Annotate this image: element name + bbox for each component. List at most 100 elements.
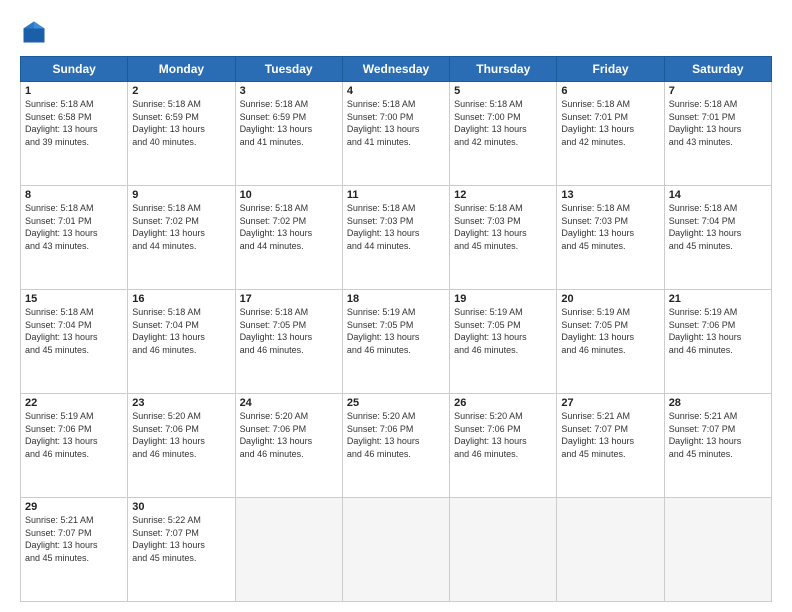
day-info: Sunrise: 5:18 AM Sunset: 7:02 PM Dayligh… [132, 202, 230, 252]
day-number: 17 [240, 293, 338, 305]
day-cell: 9Sunrise: 5:18 AM Sunset: 7:02 PM Daylig… [128, 186, 235, 290]
day-cell: 20Sunrise: 5:19 AM Sunset: 7:05 PM Dayli… [557, 290, 664, 394]
day-info: Sunrise: 5:20 AM Sunset: 7:06 PM Dayligh… [454, 410, 552, 460]
weekday-saturday: Saturday [664, 57, 771, 82]
weekday-monday: Monday [128, 57, 235, 82]
day-cell [664, 498, 771, 602]
day-number: 30 [132, 501, 230, 513]
day-info: Sunrise: 5:18 AM Sunset: 6:59 PM Dayligh… [132, 98, 230, 148]
day-number: 15 [25, 293, 123, 305]
day-cell: 28Sunrise: 5:21 AM Sunset: 7:07 PM Dayli… [664, 394, 771, 498]
day-cell: 10Sunrise: 5:18 AM Sunset: 7:02 PM Dayli… [235, 186, 342, 290]
day-info: Sunrise: 5:18 AM Sunset: 7:04 PM Dayligh… [25, 306, 123, 356]
day-cell: 7Sunrise: 5:18 AM Sunset: 7:01 PM Daylig… [664, 82, 771, 186]
day-cell: 21Sunrise: 5:19 AM Sunset: 7:06 PM Dayli… [664, 290, 771, 394]
day-cell: 14Sunrise: 5:18 AM Sunset: 7:04 PM Dayli… [664, 186, 771, 290]
day-cell: 1Sunrise: 5:18 AM Sunset: 6:58 PM Daylig… [21, 82, 128, 186]
weekday-wednesday: Wednesday [342, 57, 449, 82]
day-number: 18 [347, 293, 445, 305]
day-number: 27 [561, 397, 659, 409]
day-number: 5 [454, 85, 552, 97]
page: SundayMondayTuesdayWednesdayThursdayFrid… [0, 0, 792, 612]
day-number: 23 [132, 397, 230, 409]
day-info: Sunrise: 5:22 AM Sunset: 7:07 PM Dayligh… [132, 514, 230, 564]
day-info: Sunrise: 5:19 AM Sunset: 7:05 PM Dayligh… [561, 306, 659, 356]
day-info: Sunrise: 5:18 AM Sunset: 7:05 PM Dayligh… [240, 306, 338, 356]
day-info: Sunrise: 5:18 AM Sunset: 7:01 PM Dayligh… [669, 98, 767, 148]
day-info: Sunrise: 5:21 AM Sunset: 7:07 PM Dayligh… [25, 514, 123, 564]
day-number: 4 [347, 85, 445, 97]
day-cell: 12Sunrise: 5:18 AM Sunset: 7:03 PM Dayli… [450, 186, 557, 290]
logo-icon [20, 18, 48, 46]
day-number: 29 [25, 501, 123, 513]
day-number: 25 [347, 397, 445, 409]
weekday-header-row: SundayMondayTuesdayWednesdayThursdayFrid… [21, 57, 772, 82]
day-info: Sunrise: 5:18 AM Sunset: 7:02 PM Dayligh… [240, 202, 338, 252]
day-info: Sunrise: 5:20 AM Sunset: 7:06 PM Dayligh… [347, 410, 445, 460]
week-row-5: 29Sunrise: 5:21 AM Sunset: 7:07 PM Dayli… [21, 498, 772, 602]
day-number: 24 [240, 397, 338, 409]
weekday-sunday: Sunday [21, 57, 128, 82]
weekday-tuesday: Tuesday [235, 57, 342, 82]
day-cell: 11Sunrise: 5:18 AM Sunset: 7:03 PM Dayli… [342, 186, 449, 290]
day-cell: 16Sunrise: 5:18 AM Sunset: 7:04 PM Dayli… [128, 290, 235, 394]
day-cell: 8Sunrise: 5:18 AM Sunset: 7:01 PM Daylig… [21, 186, 128, 290]
day-number: 26 [454, 397, 552, 409]
day-cell [450, 498, 557, 602]
day-number: 20 [561, 293, 659, 305]
day-info: Sunrise: 5:18 AM Sunset: 7:01 PM Dayligh… [25, 202, 123, 252]
day-number: 11 [347, 189, 445, 201]
day-info: Sunrise: 5:18 AM Sunset: 7:04 PM Dayligh… [132, 306, 230, 356]
day-info: Sunrise: 5:19 AM Sunset: 7:06 PM Dayligh… [25, 410, 123, 460]
week-row-1: 1Sunrise: 5:18 AM Sunset: 6:58 PM Daylig… [21, 82, 772, 186]
day-info: Sunrise: 5:18 AM Sunset: 7:03 PM Dayligh… [347, 202, 445, 252]
day-number: 13 [561, 189, 659, 201]
day-info: Sunrise: 5:18 AM Sunset: 7:03 PM Dayligh… [561, 202, 659, 252]
day-cell: 2Sunrise: 5:18 AM Sunset: 6:59 PM Daylig… [128, 82, 235, 186]
day-info: Sunrise: 5:18 AM Sunset: 7:00 PM Dayligh… [454, 98, 552, 148]
day-info: Sunrise: 5:18 AM Sunset: 7:04 PM Dayligh… [669, 202, 767, 252]
day-cell: 25Sunrise: 5:20 AM Sunset: 7:06 PM Dayli… [342, 394, 449, 498]
day-cell: 30Sunrise: 5:22 AM Sunset: 7:07 PM Dayli… [128, 498, 235, 602]
week-row-3: 15Sunrise: 5:18 AM Sunset: 7:04 PM Dayli… [21, 290, 772, 394]
day-cell [342, 498, 449, 602]
day-number: 16 [132, 293, 230, 305]
day-info: Sunrise: 5:19 AM Sunset: 7:05 PM Dayligh… [347, 306, 445, 356]
day-number: 19 [454, 293, 552, 305]
weekday-friday: Friday [557, 57, 664, 82]
day-cell: 27Sunrise: 5:21 AM Sunset: 7:07 PM Dayli… [557, 394, 664, 498]
day-number: 28 [669, 397, 767, 409]
calendar-table: SundayMondayTuesdayWednesdayThursdayFrid… [20, 56, 772, 602]
day-cell: 17Sunrise: 5:18 AM Sunset: 7:05 PM Dayli… [235, 290, 342, 394]
day-number: 14 [669, 189, 767, 201]
weekday-thursday: Thursday [450, 57, 557, 82]
day-number: 1 [25, 85, 123, 97]
day-info: Sunrise: 5:18 AM Sunset: 6:59 PM Dayligh… [240, 98, 338, 148]
day-number: 10 [240, 189, 338, 201]
day-number: 12 [454, 189, 552, 201]
day-cell: 26Sunrise: 5:20 AM Sunset: 7:06 PM Dayli… [450, 394, 557, 498]
day-number: 2 [132, 85, 230, 97]
day-cell: 3Sunrise: 5:18 AM Sunset: 6:59 PM Daylig… [235, 82, 342, 186]
day-cell: 6Sunrise: 5:18 AM Sunset: 7:01 PM Daylig… [557, 82, 664, 186]
week-row-2: 8Sunrise: 5:18 AM Sunset: 7:01 PM Daylig… [21, 186, 772, 290]
day-info: Sunrise: 5:19 AM Sunset: 7:06 PM Dayligh… [669, 306, 767, 356]
day-info: Sunrise: 5:18 AM Sunset: 7:00 PM Dayligh… [347, 98, 445, 148]
day-info: Sunrise: 5:18 AM Sunset: 7:01 PM Dayligh… [561, 98, 659, 148]
day-number: 21 [669, 293, 767, 305]
day-cell: 18Sunrise: 5:19 AM Sunset: 7:05 PM Dayli… [342, 290, 449, 394]
day-number: 9 [132, 189, 230, 201]
day-cell [557, 498, 664, 602]
day-number: 3 [240, 85, 338, 97]
header [20, 18, 772, 46]
day-cell: 5Sunrise: 5:18 AM Sunset: 7:00 PM Daylig… [450, 82, 557, 186]
week-row-4: 22Sunrise: 5:19 AM Sunset: 7:06 PM Dayli… [21, 394, 772, 498]
day-info: Sunrise: 5:18 AM Sunset: 6:58 PM Dayligh… [25, 98, 123, 148]
day-cell: 15Sunrise: 5:18 AM Sunset: 7:04 PM Dayli… [21, 290, 128, 394]
day-cell: 23Sunrise: 5:20 AM Sunset: 7:06 PM Dayli… [128, 394, 235, 498]
day-info: Sunrise: 5:19 AM Sunset: 7:05 PM Dayligh… [454, 306, 552, 356]
day-info: Sunrise: 5:20 AM Sunset: 7:06 PM Dayligh… [132, 410, 230, 460]
day-cell: 13Sunrise: 5:18 AM Sunset: 7:03 PM Dayli… [557, 186, 664, 290]
day-cell: 22Sunrise: 5:19 AM Sunset: 7:06 PM Dayli… [21, 394, 128, 498]
day-number: 7 [669, 85, 767, 97]
